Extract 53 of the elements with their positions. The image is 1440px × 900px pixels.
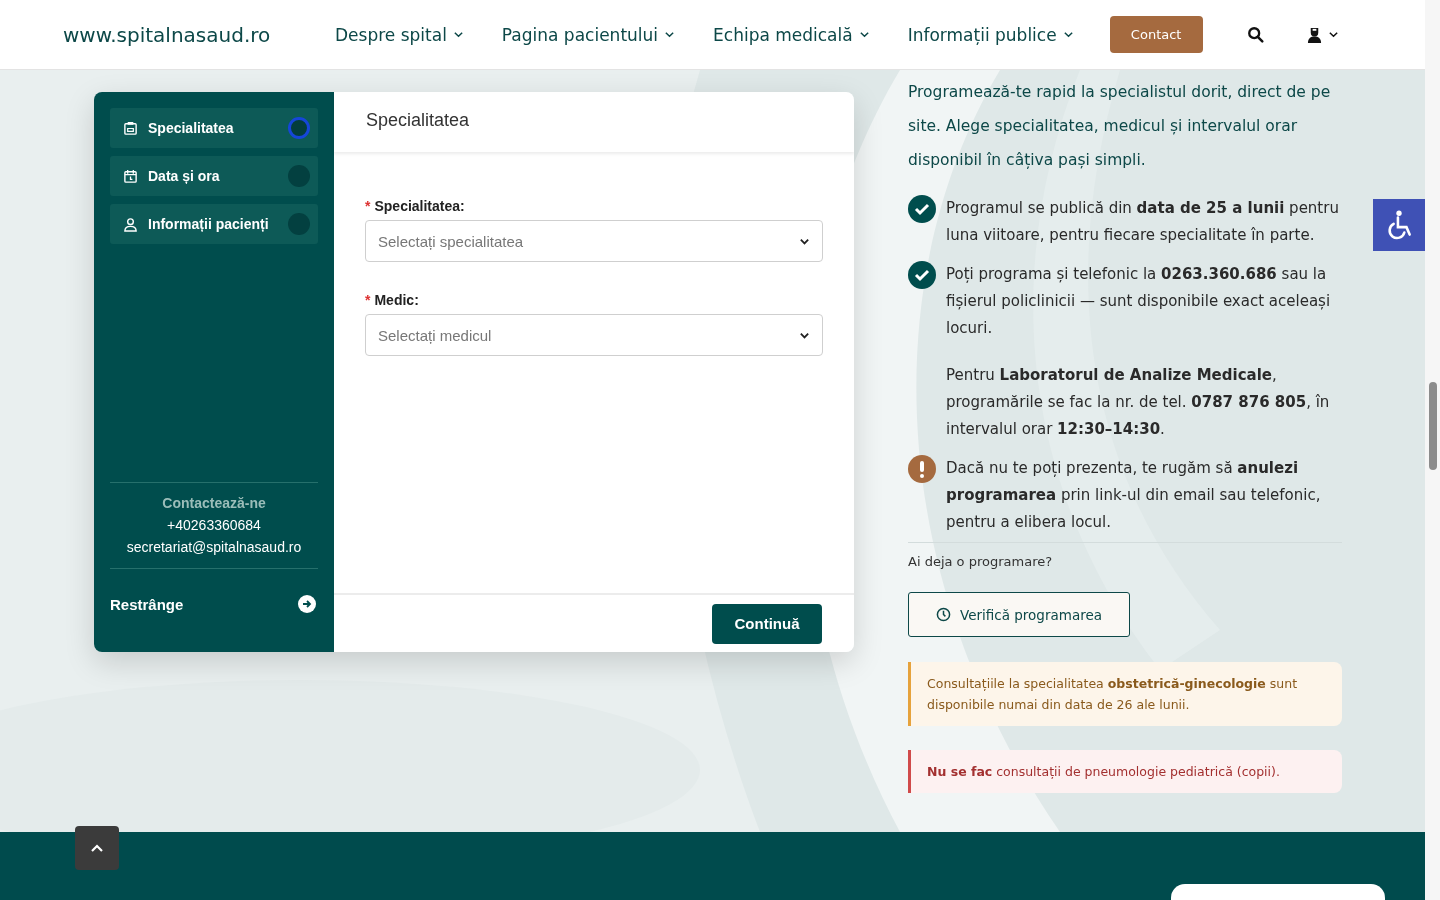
calendar-icon <box>123 168 138 184</box>
scrollbar[interactable] <box>1425 0 1440 900</box>
required-mark: * <box>365 292 371 308</box>
dropdown-field[interactable]: Selectați specialitatea <box>365 220 823 262</box>
nav-menu-item[interactable]: Informații publice <box>907 24 1074 45</box>
clipboard-icon <box>123 120 138 136</box>
arrow-right-icon <box>298 595 316 613</box>
chevron-down-icon <box>664 29 676 40</box>
step-label: Informații pacienți <box>148 216 270 232</box>
panel-title: Specialitatea <box>334 92 854 152</box>
chevron-down-icon <box>1062 29 1074 40</box>
account-menu[interactable] <box>1306 26 1339 43</box>
chevron-down-icon <box>452 29 464 40</box>
user-icon <box>1306 26 1322 43</box>
info-text: Programul se publică din data de 25 a lunii pentru luna viitoare, pentru fiecare specialitate în parte. <box>946 198 1340 246</box>
wizard-step[interactable]: Specialitatea <box>110 108 318 148</box>
continue-button[interactable]: Continuă <box>712 603 822 644</box>
dropdown-field[interactable]: Selectați medicul <box>365 314 823 356</box>
wizard-step[interactable]: Informații pacienți <box>110 204 318 244</box>
site-link[interactable]: www.spitalnasaud.ro <box>63 22 335 47</box>
wizard-step[interactable]: Data și ora <box>110 156 318 196</box>
contact-button[interactable]: Contact <box>1109 16 1203 53</box>
contact-heading: Contactează-ne <box>162 495 266 511</box>
chevron-down-icon <box>858 29 870 40</box>
collapse-toggle[interactable]: Restrânge <box>110 569 318 639</box>
step-label: Specialitatea <box>148 120 235 136</box>
accessibility-button[interactable] <box>1373 199 1425 251</box>
phone-link[interactable]: +40263360684 <box>167 517 261 533</box>
field-label: Medic: <box>374 292 419 308</box>
search-icon[interactable] <box>1246 25 1265 44</box>
info-text: Poți programa și telefonic la 0263.360.686 sau la fișierul policlinicii — sunt disponibile exact aceleași locuri. <box>946 264 1332 339</box>
exclamation-icon <box>908 455 936 483</box>
intro-text: Programează-te rapid la specialistul dorit, direct de pe site. Alege specialitatea, medicul și intervalul orar disponibil în câțiva pași simpli. <box>908 82 1332 171</box>
user-icon <box>123 216 138 232</box>
nav-menu-item[interactable]: Despre spital <box>335 24 464 45</box>
collapse-label: Restrânge <box>110 595 184 613</box>
notice-text: Consultațiile la specialitatea obstetrică-ginecologie sunt disponibile numai din data de 26 ale lunii. <box>908 662 1342 726</box>
info-text: Pentru Laboratorul de Analize Medicale, programările se fac la nr. de tel. 0787 876 805, în intervalul orar 12:30–14:30. <box>946 365 1331 440</box>
info-text: Dacă nu te poți prezenta, te rugăm să anulezi programarea prin link-ul din email sau telefonic, pentru a elibera locul. <box>946 458 1322 533</box>
email-link[interactable]: secretariat@spitalnasaud.ro <box>126 539 302 555</box>
check-icon <box>908 195 936 223</box>
field-label: Specialitatea: <box>374 198 465 214</box>
nav-menu-item[interactable]: Pagina pacientului <box>501 24 676 45</box>
required-mark: * <box>365 198 371 214</box>
step-label: Data și ora <box>148 168 221 184</box>
check-icon <box>908 261 936 289</box>
verify-button[interactable]: Verifică programarea <box>908 592 1130 637</box>
nav-menu-item[interactable]: Echipa medicală <box>713 24 870 45</box>
clock-icon <box>936 607 951 622</box>
question-text: Ai deja o programare? <box>908 554 1054 569</box>
notice-text: Nu se fac consultații de pneumologie pediatrică (copii). <box>908 750 1342 793</box>
chevron-down-icon <box>1327 29 1339 40</box>
scrollbar-thumb[interactable] <box>1428 382 1437 470</box>
